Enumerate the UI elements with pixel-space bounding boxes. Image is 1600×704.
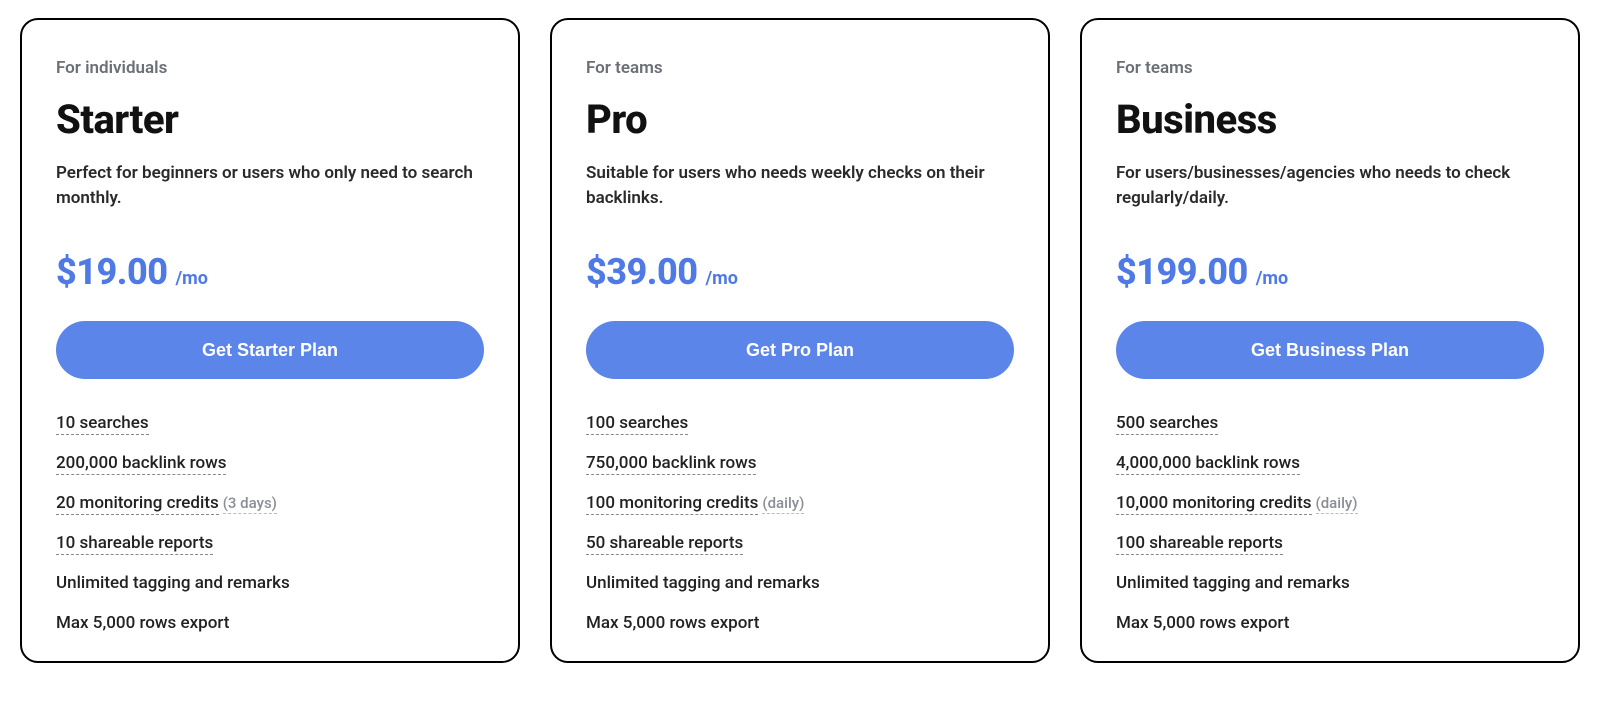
feature-item: Max 5,000 rows export — [1116, 613, 1544, 633]
plan-price-row: $39.00 /mo — [586, 251, 1014, 293]
plan-price-row: $19.00 /mo — [56, 251, 484, 293]
plan-price: $39.00 — [586, 251, 697, 293]
feature-text: 750,000 backlink rows — [586, 453, 756, 475]
feature-text: 100 shareable reports — [1116, 533, 1283, 555]
feature-text: 10 shareable reports — [56, 533, 213, 555]
feature-hint: (daily) — [1316, 494, 1358, 514]
feature-hint: (daily) — [762, 494, 804, 514]
feature-text: 10 searches — [56, 413, 149, 435]
plan-name: Business — [1116, 96, 1544, 143]
feature-text: 10,000 monitoring credits — [1116, 493, 1312, 515]
feature-item: 100 shareable reports — [1116, 533, 1544, 553]
feature-text: 50 shareable reports — [586, 533, 743, 555]
feature-text: 100 monitoring credits — [586, 493, 758, 515]
plan-features: 100 searches 750,000 backlink rows 100 m… — [586, 413, 1014, 633]
feature-item: 20 monitoring credits(3 days) — [56, 493, 484, 513]
feature-hint: (3 days) — [223, 494, 277, 514]
feature-text: Max 5,000 rows export — [1116, 613, 1289, 633]
get-starter-plan-button[interactable]: Get Starter Plan — [56, 321, 484, 379]
get-business-plan-button[interactable]: Get Business Plan — [1116, 321, 1544, 379]
feature-item: Unlimited tagging and remarks — [586, 573, 1014, 593]
feature-item: 100 searches — [586, 413, 1014, 433]
feature-item: Max 5,000 rows export — [586, 613, 1014, 633]
plan-price: $199.00 — [1116, 251, 1248, 293]
feature-item: 10 searches — [56, 413, 484, 433]
plan-audience: For individuals — [56, 58, 484, 78]
plan-description: For users/businesses/agencies who needs … — [1116, 161, 1544, 231]
feature-text: Max 5,000 rows export — [56, 613, 229, 633]
feature-text: 500 searches — [1116, 413, 1218, 435]
plan-description: Suitable for users who needs weekly chec… — [586, 161, 1014, 231]
feature-item: 100 monitoring credits(daily) — [586, 493, 1014, 513]
feature-item: 10 shareable reports — [56, 533, 484, 553]
plan-name: Pro — [586, 96, 1014, 143]
feature-item: 200,000 backlink rows — [56, 453, 484, 473]
feature-item: 4,000,000 backlink rows — [1116, 453, 1544, 473]
feature-item: 750,000 backlink rows — [586, 453, 1014, 473]
feature-text: Unlimited tagging and remarks — [56, 573, 290, 593]
feature-text: Max 5,000 rows export — [586, 613, 759, 633]
plan-card-pro: For teams Pro Suitable for users who nee… — [550, 18, 1050, 663]
plan-period: /mo — [705, 268, 737, 289]
feature-text: 100 searches — [586, 413, 688, 435]
get-pro-plan-button[interactable]: Get Pro Plan — [586, 321, 1014, 379]
feature-item: 50 shareable reports — [586, 533, 1014, 553]
plan-features: 500 searches 4,000,000 backlink rows 10,… — [1116, 413, 1544, 633]
plan-period: /mo — [1256, 268, 1288, 289]
pricing-plans: For individuals Starter Perfect for begi… — [20, 18, 1580, 663]
plan-period: /mo — [175, 268, 207, 289]
feature-text: Unlimited tagging and remarks — [586, 573, 820, 593]
plan-audience: For teams — [1116, 58, 1544, 78]
feature-item: Max 5,000 rows export — [56, 613, 484, 633]
plan-price-row: $199.00 /mo — [1116, 251, 1544, 293]
plan-description: Perfect for beginners or users who only … — [56, 161, 484, 231]
plan-name: Starter — [56, 96, 484, 143]
feature-item: 10,000 monitoring credits(daily) — [1116, 493, 1544, 513]
plan-audience: For teams — [586, 58, 1014, 78]
feature-text: 20 monitoring credits — [56, 493, 219, 515]
plan-card-starter: For individuals Starter Perfect for begi… — [20, 18, 520, 663]
plan-card-business: For teams Business For users/businesses/… — [1080, 18, 1580, 663]
plan-features: 10 searches 200,000 backlink rows 20 mon… — [56, 413, 484, 633]
feature-text: 4,000,000 backlink rows — [1116, 453, 1300, 475]
feature-item: Unlimited tagging and remarks — [1116, 573, 1544, 593]
feature-item: 500 searches — [1116, 413, 1544, 433]
plan-price: $19.00 — [56, 251, 167, 293]
feature-text: Unlimited tagging and remarks — [1116, 573, 1350, 593]
feature-item: Unlimited tagging and remarks — [56, 573, 484, 593]
feature-text: 200,000 backlink rows — [56, 453, 226, 475]
